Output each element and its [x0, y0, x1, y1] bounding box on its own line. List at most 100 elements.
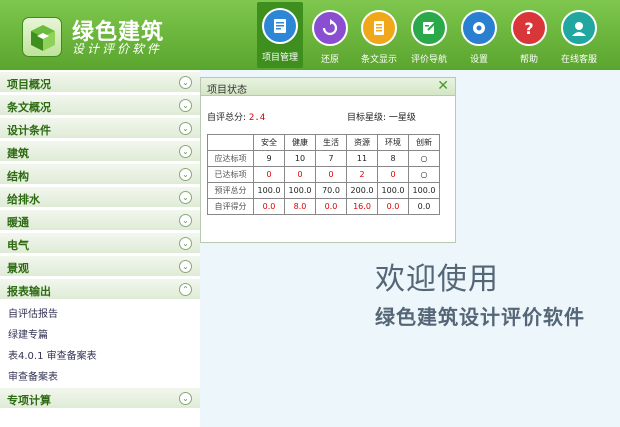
chevron-down-icon[interactable]: ⌄	[179, 191, 192, 204]
clause-icon	[361, 10, 397, 46]
table-row: 应达标项 9 10 7 11 8 ○	[207, 150, 440, 167]
app-header: 绿色建筑 设计评价软件 项目管理 还原 条文显示 评价导航 设置 ? 帮助 在线…	[0, 0, 620, 70]
sidebar-item-label: 给排水	[7, 193, 40, 206]
row-header: 预评总分	[207, 182, 254, 199]
target-star-value: 一星级	[388, 113, 416, 123]
chevron-down-icon[interactable]: ⌄	[179, 168, 192, 181]
sidebar-item-hvac[interactable]: 暖通 ⌄	[0, 210, 200, 231]
column-header: 创新	[408, 134, 440, 151]
column-header: 健康	[284, 134, 316, 151]
table-cell: 100.0	[408, 182, 440, 199]
table-cell: 0	[253, 166, 285, 183]
project-icon	[262, 8, 298, 44]
table-cell: 0.0	[408, 198, 440, 215]
chevron-down-icon[interactable]: ⌄	[179, 122, 192, 135]
toolbar-settings-button[interactable]: 设置	[456, 4, 502, 68]
report-subitem-review-record[interactable]: 审查备案表	[8, 368, 58, 383]
self-score-label: 自评总分:	[207, 113, 247, 123]
sidebar-item-label: 条文概况	[7, 101, 51, 114]
table-cell: 100.0	[377, 182, 409, 199]
table-cell: 2	[346, 166, 378, 183]
sidebar-item-architecture[interactable]: 建筑 ⌄	[0, 141, 200, 162]
sidebar-item-label: 项目概况	[7, 78, 51, 91]
table-row: 预评总分 100.0 100.0 70.0 200.0 100.0 100.0	[207, 182, 440, 199]
sidebar-item-label: 设计条件	[7, 124, 51, 137]
sidebar-item-electrical[interactable]: 电气 ⌄	[0, 233, 200, 254]
table-cell: ○	[408, 150, 440, 167]
navigation-icon	[411, 10, 447, 46]
gear-icon	[461, 10, 497, 46]
cube-logo-icon	[31, 25, 55, 51]
target-star: 目标星级: 一星级	[347, 110, 416, 123]
close-icon[interactable]: ✕	[437, 78, 449, 94]
row-header: 自评得分	[207, 198, 254, 215]
brand-subtitle: 设计评价软件	[72, 42, 163, 56]
welcome-heading: 欢迎使用	[375, 262, 499, 297]
sidebar-item-design-conditions[interactable]: 设计条件 ⌄	[0, 118, 200, 139]
chevron-down-icon[interactable]: ⌄	[179, 392, 192, 405]
table-cell: ○	[408, 166, 440, 183]
logo	[22, 17, 62, 57]
chevron-down-icon[interactable]: ⌄	[179, 260, 192, 273]
row-header: 已达标项	[207, 166, 254, 183]
chevron-down-icon[interactable]: ⌄	[179, 145, 192, 158]
sidebar-item-special-calc[interactable]: 专项计算 ⌄	[0, 388, 200, 409]
table-cell: 200.0	[346, 182, 378, 199]
panel-header: 项目状态 ✕	[201, 78, 455, 96]
table-cell: 11	[346, 150, 378, 167]
toolbar-project-button[interactable]: 项目管理	[257, 2, 303, 68]
table-cell: 10	[284, 150, 316, 167]
sidebar-item-label: 电气	[7, 239, 29, 252]
table-cell: 9	[253, 150, 285, 167]
chevron-down-icon[interactable]: ⌄	[179, 214, 192, 227]
table-cell: 8.0	[284, 198, 316, 215]
help-icon: ?	[511, 10, 547, 46]
report-subitem-green-special[interactable]: 绿建专篇	[8, 326, 48, 341]
toolbar-label: 在线客服	[560, 55, 597, 65]
sidebar-item-label: 结构	[7, 170, 29, 183]
table-cell: 0	[315, 166, 347, 183]
table-cell: 100.0	[284, 182, 316, 199]
sidebar-item-label: 专项计算	[7, 394, 51, 407]
sidebar-item-report-output[interactable]: 报表输出 ⌃	[0, 279, 200, 300]
table-cell: 0.0	[253, 198, 285, 215]
toolbar-clause-button[interactable]: 条文显示	[356, 4, 402, 68]
sidebar-item-landscape[interactable]: 景观 ⌄	[0, 256, 200, 277]
chevron-down-icon[interactable]: ⌄	[179, 99, 192, 112]
toolbar-navigation-button[interactable]: 评价导航	[406, 4, 452, 68]
table-cell: 0.0	[315, 198, 347, 215]
sidebar-item-clause-overview[interactable]: 条文概况 ⌄	[0, 95, 200, 116]
sidebar-item-project-overview[interactable]: 项目概况 ⌄	[0, 72, 200, 93]
column-header: 生活	[315, 134, 347, 151]
toolbar-restore-button[interactable]: 还原	[307, 4, 353, 68]
report-subitem-self-evaluation[interactable]: 自评估报告	[8, 305, 58, 320]
sidebar-item-label: 报表输出	[7, 285, 51, 298]
table-cell: 0	[284, 166, 316, 183]
column-header: 资源	[346, 134, 378, 151]
column-header: 环境	[377, 134, 409, 151]
table-header-row: 安全 健康 生活 资源 环境 创新	[207, 134, 440, 151]
table-cell: 7	[315, 150, 347, 167]
welcome-subheading: 绿色建筑设计评价软件	[375, 305, 585, 329]
self-score: 自评总分: 2.4	[207, 110, 265, 123]
sidebar-item-label: 景观	[7, 262, 29, 275]
chevron-up-icon[interactable]: ⌃	[179, 283, 192, 296]
table-cell: 0	[377, 166, 409, 183]
table-cell: 70.0	[315, 182, 347, 199]
panel-title: 项目状态	[207, 85, 247, 96]
report-subitem-table-401[interactable]: 表4.0.1 审查备案表	[8, 347, 97, 362]
toolbar-support-button[interactable]: 在线客服	[556, 4, 602, 68]
restore-icon	[312, 10, 348, 46]
support-icon	[561, 10, 597, 46]
column-header	[207, 134, 254, 151]
row-header: 应达标项	[207, 150, 254, 167]
chevron-down-icon[interactable]: ⌄	[179, 76, 192, 89]
sidebar-item-label: 暖通	[7, 216, 29, 229]
toolbar-help-button[interactable]: ? 帮助	[506, 4, 552, 68]
table-cell: 8	[377, 150, 409, 167]
sidebar-item-plumbing[interactable]: 给排水 ⌄	[0, 187, 200, 208]
chevron-down-icon[interactable]: ⌄	[179, 237, 192, 250]
sidebar-item-structure[interactable]: 结构 ⌄	[0, 164, 200, 185]
project-status-panel: 项目状态 ✕ 自评总分: 2.4 目标星级: 一星级 安全 健康 生活 资源 环…	[200, 77, 456, 243]
table-cell: 100.0	[253, 182, 285, 199]
